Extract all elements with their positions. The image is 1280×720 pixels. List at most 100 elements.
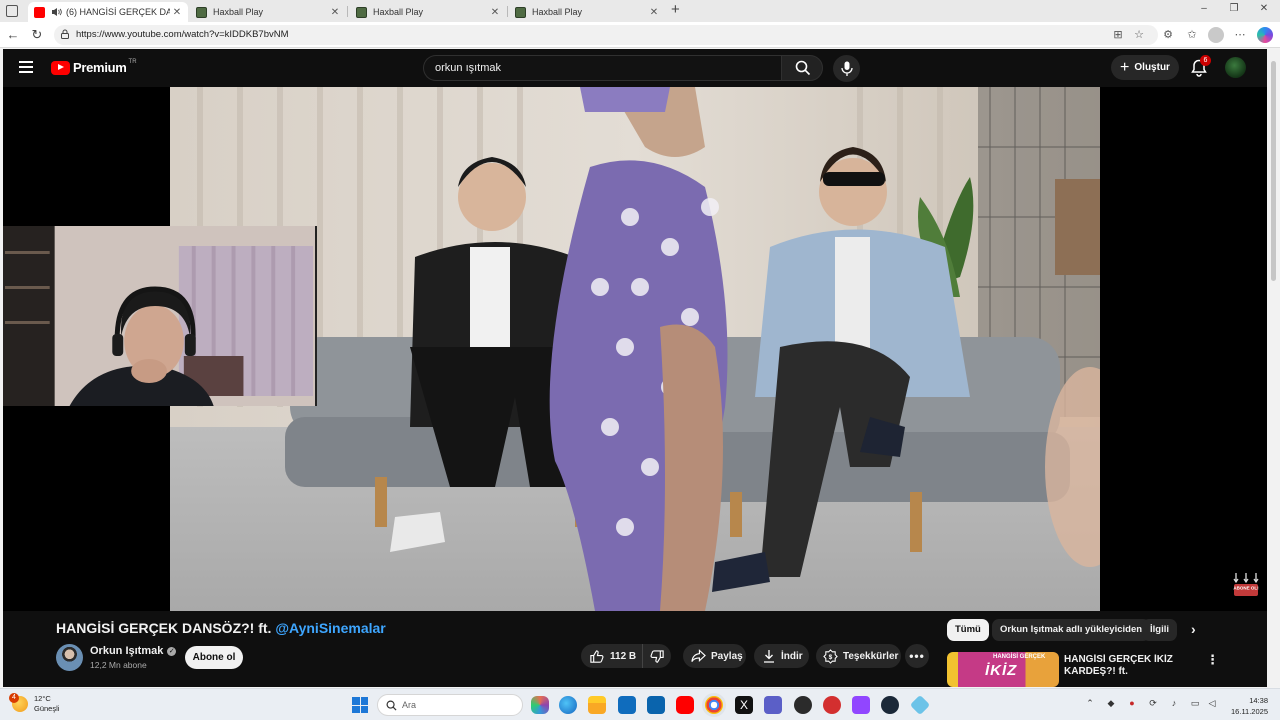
tab-close-icon[interactable]: ✕: [488, 7, 502, 18]
new-tab-button[interactable]: +: [671, 1, 680, 18]
like-dislike-group: 112 B: [581, 644, 671, 668]
chip-from-uploader[interactable]: Orkun Işıtmak adlı yükleyiciden: [992, 619, 1151, 641]
chip-related[interactable]: İlgili: [1142, 619, 1177, 641]
tab-haxball-2[interactable]: Haxball Play ✕: [350, 2, 506, 22]
favorites-icon[interactable]: ✩: [1184, 27, 1200, 43]
tab-youtube[interactable]: (6) HANGİSİ GERÇEK DANSÖZ ✕: [28, 2, 188, 22]
game-app-icon[interactable]: [794, 696, 812, 714]
share-button[interactable]: Paylaş: [683, 644, 746, 668]
tab-close-icon[interactable]: ✕: [647, 7, 661, 18]
search-icon: [795, 60, 811, 76]
download-button[interactable]: İndir: [754, 644, 809, 668]
url-text: https://www.youtube.com/watch?v=kIDDKB7b…: [76, 29, 289, 40]
tray-app-icon[interactable]: ◆: [1104, 698, 1118, 709]
edge-browser-icon[interactable]: [559, 696, 577, 714]
voice-search-button[interactable]: [833, 55, 860, 82]
store-app-icon[interactable]: [618, 696, 636, 714]
tab-title: Haxball Play: [373, 7, 424, 17]
tray-volume-icon[interactable]: ◁: [1205, 698, 1219, 709]
more-menu-icon[interactable]: ⋯: [1232, 27, 1248, 43]
plus-icon: +: [1120, 58, 1130, 76]
scrollbar-thumb[interactable]: [1271, 61, 1276, 281]
youtube-premium-logo[interactable]: Premium TR: [51, 59, 137, 75]
share-icon: [691, 649, 706, 662]
tab-haxball-3[interactable]: Haxball Play ✕: [509, 2, 665, 22]
video-details: HANGİSİ GERÇEK DANSÖZ?! ft. @AyniSinemal…: [3, 611, 1267, 687]
subscribe-endcard-icon[interactable]: ABONE OL!: [1232, 571, 1260, 597]
thumbnail-big-text: İKİZ: [985, 662, 1018, 679]
account-avatar[interactable]: [1225, 57, 1246, 78]
page-scrollbar[interactable]: [1267, 49, 1280, 687]
thumbs-down-icon: [649, 649, 664, 663]
create-label: Oluştur: [1134, 62, 1170, 73]
copilot-app-icon[interactable]: [531, 696, 549, 714]
taskbar-search-placeholder: Ara: [402, 700, 417, 710]
tab-close-icon[interactable]: ✕: [328, 7, 342, 18]
tab-title: Haxball Play: [213, 7, 264, 17]
like-button[interactable]: 112 B: [581, 644, 643, 668]
close-window-icon[interactable]: ✕: [1254, 3, 1274, 14]
copilot-icon[interactable]: [1257, 27, 1273, 43]
speaker-icon[interactable]: [51, 7, 62, 17]
x-app-icon[interactable]: X: [735, 696, 753, 714]
channel-avatar[interactable]: [56, 644, 83, 671]
weather-widget[interactable]: 4 12°C Güneşli: [9, 693, 59, 714]
tray-overflow-chevron-icon[interactable]: ⌃: [1083, 698, 1097, 709]
related-video-thumbnail[interactable]: HANGİSİ GERÇEK İKİZ: [947, 652, 1059, 687]
search-input[interactable]: orkun ışıtmak: [423, 55, 781, 81]
youtube-page: Premium TR orkun ışıtmak + Oluştur 6 ABO…: [3, 49, 1267, 687]
dislike-button[interactable]: [643, 649, 671, 664]
chip-all[interactable]: Tümü: [947, 619, 989, 641]
outlook-app-icon[interactable]: [647, 696, 665, 714]
tab-actions-icon[interactable]: [6, 5, 18, 17]
extensions-icon[interactable]: ⚙: [1160, 27, 1176, 43]
related-video-menu-icon[interactable]: ⋮: [1206, 653, 1219, 666]
teams-app-icon[interactable]: [764, 696, 782, 714]
create-button[interactable]: + Oluştur: [1111, 55, 1179, 80]
tab-close-icon[interactable]: ✕: [170, 7, 184, 18]
profile-avatar[interactable]: [1208, 27, 1224, 43]
chrome-browser-icon[interactable]: [705, 696, 723, 714]
channel-name-link[interactable]: Orkun Işıtmak ✓: [90, 645, 177, 657]
start-button-windows-icon[interactable]: [352, 697, 368, 713]
tab-haxball-1[interactable]: Haxball Play ✕: [190, 2, 346, 22]
steam-app-icon[interactable]: [881, 696, 899, 714]
related-video-title[interactable]: HANGİSİ GERÇEK İKİZ KARDEŞ?! ft.: [1064, 654, 1194, 676]
more-actions-button[interactable]: •••: [905, 644, 929, 668]
search-query: orkun ışıtmak: [435, 62, 502, 74]
thanks-button[interactable]: $ Teşekkürler: [816, 644, 901, 668]
address-bar[interactable]: https://www.youtube.com/watch?v=kIDDKB7b…: [54, 25, 1158, 45]
restore-icon[interactable]: ❐: [1224, 3, 1244, 14]
chips-next-arrow-icon[interactable]: ›: [1191, 621, 1196, 637]
weather-badge: 4: [9, 693, 19, 703]
subscribe-button[interactable]: Abone ol: [185, 646, 243, 669]
clock-date: 16.11.2025: [1231, 707, 1268, 716]
tray-mic-icon[interactable]: ♪: [1167, 698, 1181, 708]
app-available-icon[interactable]: ⊞: [1110, 27, 1126, 43]
minimize-icon[interactable]: –: [1194, 3, 1214, 14]
lock-icon[interactable]: [60, 29, 70, 39]
media-app-icon[interactable]: [823, 696, 841, 714]
share-label: Paylaş: [711, 650, 743, 662]
tray-record-icon[interactable]: ●: [1125, 698, 1139, 708]
back-icon[interactable]: ←: [5, 27, 21, 43]
video-title-text: HANGİSİ GERÇEK DANSÖZ?! ft.: [56, 620, 272, 636]
browser-tab-bar: (6) HANGİSİ GERÇEK DANSÖZ ✕ Haxball Play…: [0, 0, 1280, 22]
twitch-app-icon[interactable]: [852, 696, 870, 714]
tab-separator: [347, 6, 348, 17]
refresh-icon[interactable]: ↻: [29, 27, 45, 43]
search-button[interactable]: [781, 55, 823, 81]
menu-hamburger-icon[interactable]: [19, 61, 33, 73]
windows-taskbar: 4 12°C Güneşli Ara X ⌃ ◆ ● ⟳ ♪ ▭ ◁ 14:38…: [0, 688, 1280, 720]
tray-sync-icon[interactable]: ⟳: [1146, 698, 1160, 709]
file-explorer-icon[interactable]: [588, 696, 606, 714]
tray-display-icon[interactable]: ▭: [1188, 698, 1202, 709]
youtube-app-icon[interactable]: [676, 696, 694, 714]
title-mention-link[interactable]: @AyniSinemalar: [275, 620, 385, 636]
download-label: İndir: [781, 650, 803, 662]
taskbar-search-box[interactable]: Ara: [377, 694, 523, 716]
video-player[interactable]: ABONE OL!: [3, 87, 1267, 611]
network-app-icon[interactable]: [909, 694, 931, 716]
favorite-star-icon[interactable]: ☆: [1131, 27, 1147, 43]
taskbar-clock[interactable]: 14:38 16.11.2025: [1222, 695, 1268, 717]
